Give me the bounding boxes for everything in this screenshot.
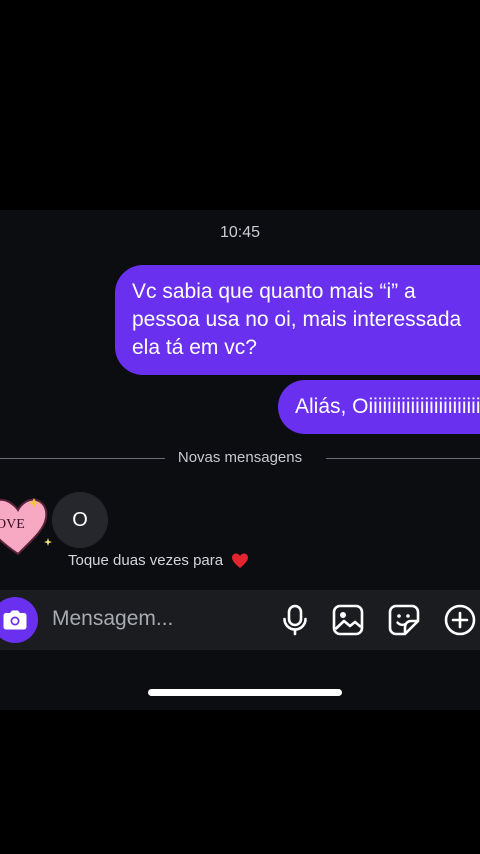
- gallery-icon[interactable]: [331, 603, 365, 637]
- sticker-icon[interactable]: [387, 603, 421, 637]
- outgoing-message-1[interactable]: Vc sabia que quanto mais “i” a pessoa us…: [115, 265, 480, 375]
- home-indicator[interactable]: [148, 689, 342, 696]
- microphone-icon[interactable]: [278, 603, 312, 637]
- heart-icon: [232, 553, 249, 568]
- incoming-message[interactable]: O: [52, 492, 108, 548]
- chat-screen: 10:45 Vc sabia que quanto mais “i” a pes…: [0, 210, 480, 710]
- plus-icon[interactable]: [443, 603, 477, 637]
- new-messages-divider: Novas mensagens: [0, 448, 480, 468]
- message-line: Vc sabia que quanto mais “i” a: [132, 280, 416, 303]
- love-heart-sticker[interactable]: OVE: [0, 492, 54, 558]
- message-timestamp: 10:45: [219, 224, 261, 241]
- sticker-text: OVE: [0, 517, 25, 532]
- camera-icon: [3, 610, 27, 630]
- message-line: pessoa usa no oi, mais interessada: [132, 308, 462, 331]
- hint-text: Toque duas vezes para: [68, 552, 224, 569]
- double-tap-hint: Toque duas vezes para: [68, 552, 249, 569]
- outgoing-message-2[interactable]: Aliás, Oiiiiiiiiiiiiiiiiiiiiiiiiiii: [278, 380, 480, 434]
- camera-button[interactable]: [0, 597, 38, 643]
- message-composer: Mensagem...: [0, 590, 480, 650]
- message-input[interactable]: Mensagem...: [52, 607, 173, 631]
- message-line: ela tá em vc?: [132, 336, 257, 359]
